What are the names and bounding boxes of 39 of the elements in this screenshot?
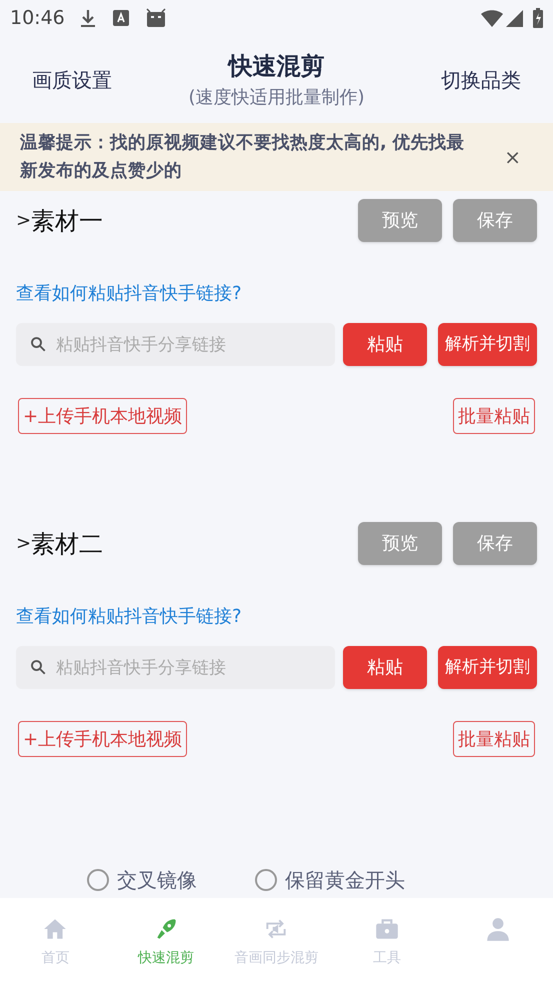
search-icon	[29, 335, 47, 353]
parse-button[interactable]: 解析并切割	[438, 323, 537, 366]
upload-button[interactable]: +上传手机本地视频	[18, 721, 188, 757]
app-icon	[112, 10, 129, 26]
chevron: >	[16, 532, 32, 556]
save-button[interactable]: 保存	[453, 199, 537, 242]
upload-button[interactable]: +上传手机本地视频	[18, 398, 188, 434]
radio-option[interactable]: 保留黄金开头	[255, 865, 405, 895]
paste-button[interactable]: 粘贴	[343, 646, 427, 689]
preview-button[interactable]: 预览	[358, 199, 442, 242]
page-title: 快速混剪	[228, 51, 324, 82]
nav-tab[interactable]: 快速混剪	[110, 898, 222, 984]
robot-icon	[144, 8, 167, 28]
paste-button[interactable]: 粘贴	[343, 323, 427, 366]
section-title: 素材二	[31, 528, 104, 560]
wifi-icon	[481, 10, 503, 26]
notice-text: 温馨提示：找的原视频建议不要找热度太高的, 优先找最新发布的及点赞少的	[20, 132, 466, 183]
signal-icon	[506, 10, 523, 26]
battery-icon	[533, 8, 543, 28]
status-time: 10:46	[10, 6, 65, 31]
preview-button[interactable]: 预览	[358, 522, 442, 565]
search-field[interactable]: 粘贴抖音快手分享链接	[16, 323, 335, 366]
parse-button[interactable]: 解析并切割	[438, 646, 537, 689]
person-icon	[484, 916, 511, 942]
download-icon	[78, 8, 97, 28]
switch-category-link[interactable]: 切换品类	[441, 64, 521, 94]
radio-option[interactable]: 交叉镜像	[87, 865, 197, 895]
section-title: 素材一	[31, 206, 104, 236]
page-subtitle: (速度快适用批量制作)	[188, 86, 365, 110]
chevron: >	[16, 209, 32, 233]
search-icon	[29, 658, 47, 676]
batch-paste-button[interactable]: 批量粘贴	[453, 398, 535, 434]
help-link[interactable]: 查看如何粘贴抖音快手链接?	[16, 603, 242, 630]
save-button[interactable]: 保存	[453, 522, 537, 565]
batch-paste-button[interactable]: 批量粘贴	[453, 721, 535, 757]
close-button[interactable]: ×	[504, 142, 521, 172]
quality-settings-link[interactable]: 画质设置	[32, 64, 112, 94]
help-link[interactable]: 查看如何粘贴抖音快手链接?	[16, 280, 242, 307]
search-field[interactable]: 粘贴抖音快手分享链接	[16, 646, 335, 689]
